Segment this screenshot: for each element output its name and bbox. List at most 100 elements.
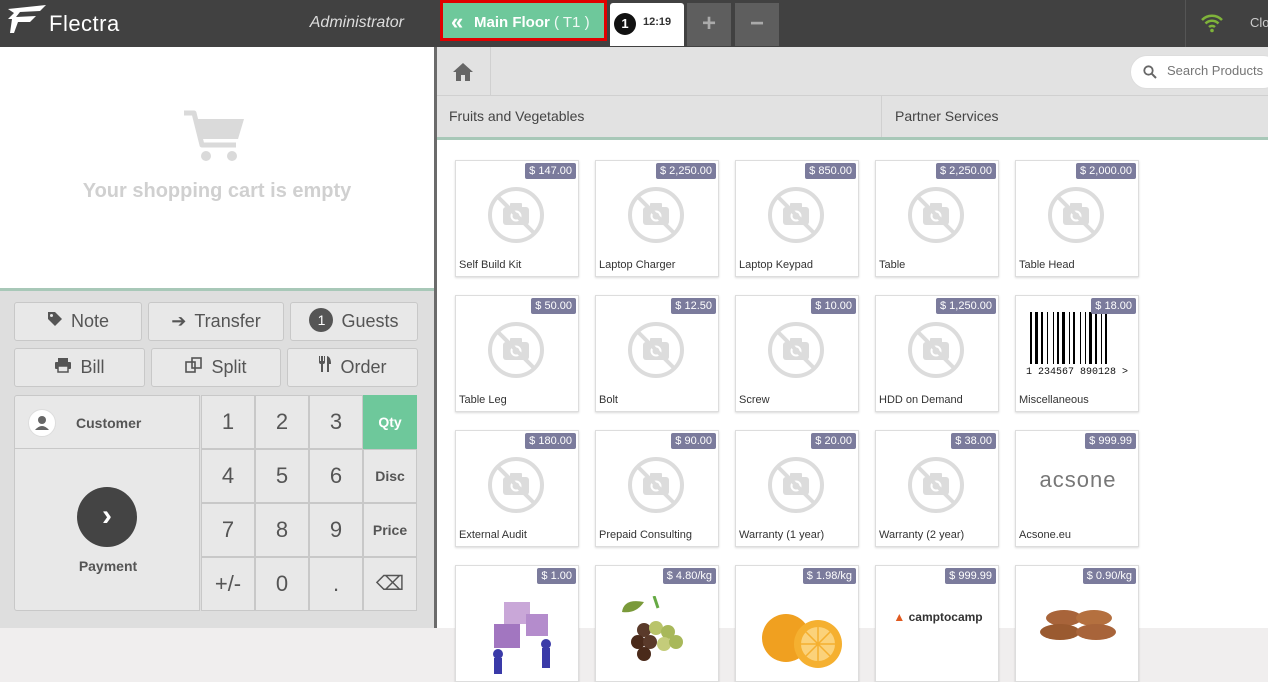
product-card[interactable]: $ 4.80/kg [595,565,719,682]
order-pane: Your shopping cart is empty Note ➔ Transf… [0,47,434,628]
remove-order-button[interactable]: − [735,3,779,46]
product-card[interactable]: $ 38.00 Warranty (2 year) [875,430,999,547]
order-button[interactable]: Order [287,348,418,387]
product-card[interactable]: $ 180.00 External Audit [455,430,579,547]
split-label: Split [211,357,247,377]
numpad-key-2[interactable]: 2 [255,395,309,449]
product-name: Miscellaneous [1019,394,1089,406]
no-photo-icon [626,455,686,520]
mode-price-button[interactable]: Price [363,503,417,557]
back-to-floor-button[interactable]: « Main Floor ( T1 ) [440,0,607,41]
product-card[interactable]: $ 20.00 Warranty (1 year) [735,430,859,547]
order-tab[interactable]: 1 12:19 [610,3,684,46]
no-photo-icon [766,320,826,385]
no-photo-icon [906,185,966,250]
product-toolbar [437,47,1268,96]
brand-logo: Flectra [6,3,126,37]
printer-icon [54,349,72,386]
no-photo-icon [1046,185,1106,250]
split-button[interactable]: Split [151,348,281,387]
product-card[interactable]: ▲ camptocamp $ 999.99 [875,565,999,682]
no-photo-icon [486,185,546,250]
category-bar: Fruits and Vegetables Partner Services [437,96,1268,140]
product-price: $ 999.99 [945,568,996,584]
floor-name: Main Floor [474,14,550,31]
search-box[interactable] [1130,55,1268,89]
product-card[interactable]: $ 2,250.00 Laptop Charger [595,160,719,277]
transfer-button[interactable]: ➔ Transfer [148,302,284,341]
numpad-key-0[interactable]: 0 [255,557,309,611]
product-card[interactable]: $ 2,250.00 Table [875,160,999,277]
product-price: $ 850.00 [805,163,856,179]
note-button[interactable]: Note [14,302,142,341]
product-card[interactable]: $ 1.00 [455,565,579,682]
product-name: Warranty (2 year) [879,529,965,541]
no-photo-icon [626,320,686,385]
mode-disc-button[interactable]: Disc [363,449,417,503]
numpad-key-5[interactable]: 5 [255,449,309,503]
product-price: $ 147.00 [525,163,576,179]
product-card[interactable]: $ 2,000.00 Table Head [1015,160,1139,277]
order-cart: Your shopping cart is empty [0,47,434,291]
no-photo-icon [906,455,966,520]
order-time: 12:19 [643,16,672,28]
product-name: Warranty (1 year) [739,529,825,541]
product-card[interactable]: $ 0.90/kg [1015,565,1139,682]
guests-count: 1 [309,308,334,332]
arrow-right-icon: ➔ [171,311,187,331]
no-photo-icon [486,455,546,520]
no-photo-icon [766,455,826,520]
search-icon [1143,65,1157,79]
barcode-image [1026,312,1126,373]
grapes-image [622,596,683,661]
home-category-button[interactable] [437,47,491,96]
product-name: Laptop Keypad [739,259,814,271]
product-card[interactable]: $ 1,250.00 HDD on Demand [875,295,999,412]
backspace-button[interactable]: ⌫ [363,557,417,611]
no-photo-icon [766,185,826,250]
numpad-key-7[interactable]: 7 [201,503,255,557]
numpad-key-6[interactable]: 6 [309,449,363,503]
product-card[interactable]: $ 1.98/kg [735,565,859,682]
product-name: Table Head [1019,259,1075,271]
product-name: Laptop Charger [599,259,676,271]
user-name[interactable]: Administrator [300,14,416,32]
table-name: ( T1 ) [554,14,590,31]
product-card[interactable]: $ 850.00 Laptop Keypad [735,160,859,277]
numpad-key-8[interactable]: 8 [255,503,309,557]
payment-button[interactable]: › Payment [14,449,200,611]
customer-button[interactable]: Customer [14,395,200,449]
numpad-key-1[interactable]: 1 [201,395,255,449]
add-order-button[interactable]: + [687,3,731,46]
brand-name: Flectra [49,11,120,36]
product-price: $ 12.50 [671,298,716,314]
numpad-key-4[interactable]: 4 [201,449,255,503]
mode-qty-button[interactable]: Qty [363,395,417,449]
barcode-number: 1 234567 890128 > [1026,367,1129,378]
product-name: Self Build Kit [459,259,522,271]
product-price: $ 50.00 [531,298,576,314]
product-name: HDD on Demand [879,394,963,406]
numpad-key-9[interactable]: 9 [309,503,363,557]
close-button[interactable]: Clo [1250,15,1268,30]
guests-button[interactable]: 1 Guests [290,302,418,341]
category-partner-services[interactable]: Partner Services [883,96,1268,137]
numpad-area: Customer › Payment 1 2 3 Qty 4 5 6 Disc … [14,395,418,611]
product-card[interactable]: $ 12.50 Bolt [595,295,719,412]
product-name: Table [879,259,906,271]
product-price: $ 2,250.00 [936,163,996,179]
product-card[interactable]: $ 10.00 Screw [735,295,859,412]
product-card[interactable]: $ 90.00 Prepaid Consulting [595,430,719,547]
search-input[interactable] [1167,63,1268,78]
category-fruits-vegetables[interactable]: Fruits and Vegetables [437,96,882,137]
product-card[interactable]: $ 147.00 Self Build Kit [455,160,579,277]
numpad-key-plus-minus[interactable]: +/- [201,557,255,611]
product-card[interactable]: $ 50.00 Table Leg [455,295,579,412]
numpad-key-3[interactable]: 3 [309,395,363,449]
product-card[interactable]: 1 234567 890128 > $ 18.00 Miscellaneous [1015,295,1139,412]
bill-button[interactable]: Bill [14,348,145,387]
numpad-key-dot[interactable]: . [309,557,363,611]
product-name: Acsone.eu [1019,529,1071,541]
product-pane: Fruits and Vegetables Partner Services $… [437,47,1268,682]
product-card[interactable]: acsone $ 999.99 Acsone.eu [1015,430,1139,547]
